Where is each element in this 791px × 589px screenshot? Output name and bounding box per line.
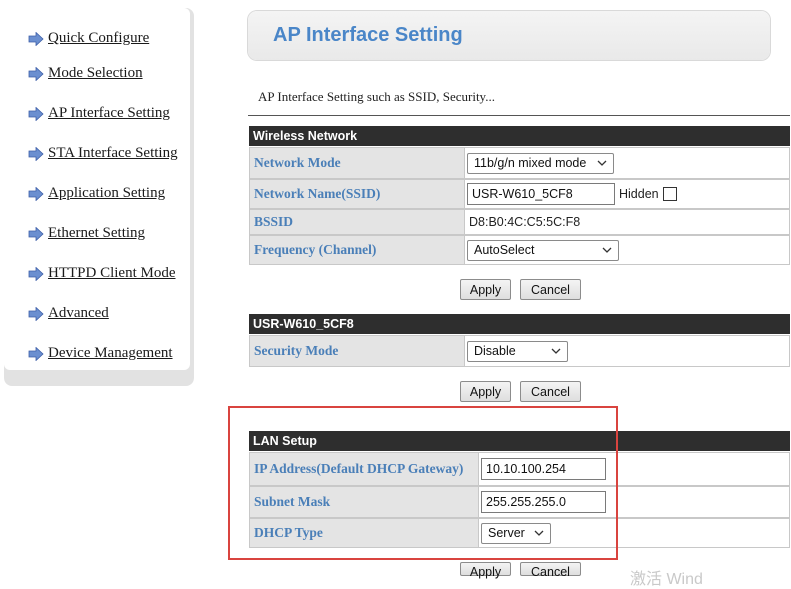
arrow-right-icon bbox=[28, 306, 44, 321]
sidebar-item-label: Advanced bbox=[48, 305, 109, 321]
frequency-value: AutoSelect bbox=[474, 243, 535, 257]
ssid-label: Network Name(SSID) bbox=[249, 179, 465, 209]
arrow-right-icon bbox=[28, 66, 44, 81]
row-frequency: Frequency (Channel) AutoSelect bbox=[249, 235, 790, 265]
arrow-right-icon bbox=[28, 31, 44, 46]
chevron-down-icon bbox=[597, 160, 607, 166]
network-mode-label: Network Mode bbox=[249, 147, 465, 179]
arrow-right-icon bbox=[28, 346, 44, 361]
arrow-right-icon bbox=[28, 186, 44, 201]
arrow-right-icon bbox=[28, 266, 44, 281]
row-bssid: BSSID D8:B0:4C:C5:5C:F8 bbox=[249, 209, 790, 235]
bssid-value: D8:B0:4C:C5:5C:F8 bbox=[465, 209, 790, 235]
security-mode-cell: Disable bbox=[465, 335, 790, 367]
security-apply-button[interactable]: Apply bbox=[460, 381, 511, 402]
sidebar-item-application-setting[interactable]: Application Setting bbox=[28, 185, 165, 202]
security-mode-select[interactable]: Disable bbox=[467, 340, 568, 362]
section-header-wireless-network: Wireless Network bbox=[249, 126, 790, 146]
arrow-right-icon bbox=[28, 226, 44, 241]
watermark-text: 激活 Wind bbox=[630, 571, 703, 588]
sidebar-item-label: Mode Selection bbox=[48, 65, 143, 81]
sidebar-item-quick-configure[interactable]: Quick Configure bbox=[28, 30, 149, 47]
highlight-box bbox=[228, 406, 618, 560]
sidebar-item-label: STA Interface Setting bbox=[48, 145, 178, 161]
sidebar-item-sta-interface-setting[interactable]: STA Interface Setting bbox=[28, 145, 178, 162]
network-mode-select[interactable]: 11b/g/n mixed mode bbox=[467, 152, 614, 174]
chevron-down-icon bbox=[602, 247, 612, 253]
security-mode-value: Disable bbox=[474, 344, 516, 358]
sidebar-item-device-management[interactable]: Device Management bbox=[28, 345, 173, 362]
ssid-input[interactable]: USR-W610_5CF8 bbox=[467, 183, 615, 205]
page-header: AP Interface Setting bbox=[248, 11, 770, 60]
page-title: AP Interface Setting bbox=[273, 24, 463, 46]
sidebar-item-ethernet-setting[interactable]: Ethernet Setting bbox=[28, 225, 145, 242]
sidebar-item-label: AP Interface Setting bbox=[48, 105, 170, 121]
bssid-label: BSSID bbox=[249, 209, 465, 235]
row-security-mode: Security Mode Disable bbox=[249, 335, 790, 367]
row-network-mode: Network Mode 11b/g/n mixed mode bbox=[249, 147, 790, 179]
sidebar-item-ap-interface-setting[interactable]: AP Interface Setting bbox=[28, 105, 170, 122]
security-mode-label: Security Mode bbox=[249, 335, 465, 367]
sidebar-item-advanced[interactable]: Advanced bbox=[28, 305, 109, 322]
hidden-checkbox[interactable] bbox=[662, 187, 677, 201]
network-mode-value: 11b/g/n mixed mode bbox=[474, 156, 587, 170]
sidebar-item-label: HTTPD Client Mode bbox=[48, 265, 176, 281]
sidebar-item-label: Device Management bbox=[48, 345, 173, 361]
row-ssid: Network Name(SSID) USR-W610_5CF8 Hidden bbox=[249, 179, 790, 209]
divider bbox=[248, 115, 790, 116]
ssid-cell: USR-W610_5CF8 Hidden bbox=[465, 179, 790, 209]
frequency-cell: AutoSelect bbox=[465, 235, 790, 265]
section-header-security: USR-W610_5CF8 bbox=[249, 314, 790, 334]
network-mode-cell: 11b/g/n mixed mode bbox=[465, 147, 790, 179]
lan-cancel-button[interactable]: Cancel bbox=[520, 562, 581, 579]
frequency-select[interactable]: AutoSelect bbox=[467, 239, 619, 261]
security-cancel-button[interactable]: Cancel bbox=[520, 381, 581, 402]
sidebar-item-label: Quick Configure bbox=[48, 30, 150, 46]
sidebar-item-label: Ethernet Setting bbox=[48, 225, 146, 241]
lan-apply-button[interactable]: Apply bbox=[460, 562, 511, 579]
wireless-cancel-button[interactable]: Cancel bbox=[520, 279, 581, 300]
wireless-apply-button[interactable]: Apply bbox=[460, 279, 511, 300]
arrow-right-icon bbox=[28, 106, 44, 121]
frequency-label: Frequency (Channel) bbox=[249, 235, 465, 265]
page-description: AP Interface Setting such as SSID, Secur… bbox=[258, 89, 495, 104]
chevron-down-icon bbox=[551, 348, 561, 354]
hidden-label: Hidden bbox=[619, 187, 659, 201]
sidebar-item-httpd-client-mode[interactable]: HTTPD Client Mode bbox=[28, 265, 176, 282]
arrow-right-icon bbox=[28, 146, 44, 161]
sidebar-item-label: Application Setting bbox=[48, 185, 166, 201]
sidebar-item-mode-selection[interactable]: Mode Selection bbox=[28, 65, 143, 82]
